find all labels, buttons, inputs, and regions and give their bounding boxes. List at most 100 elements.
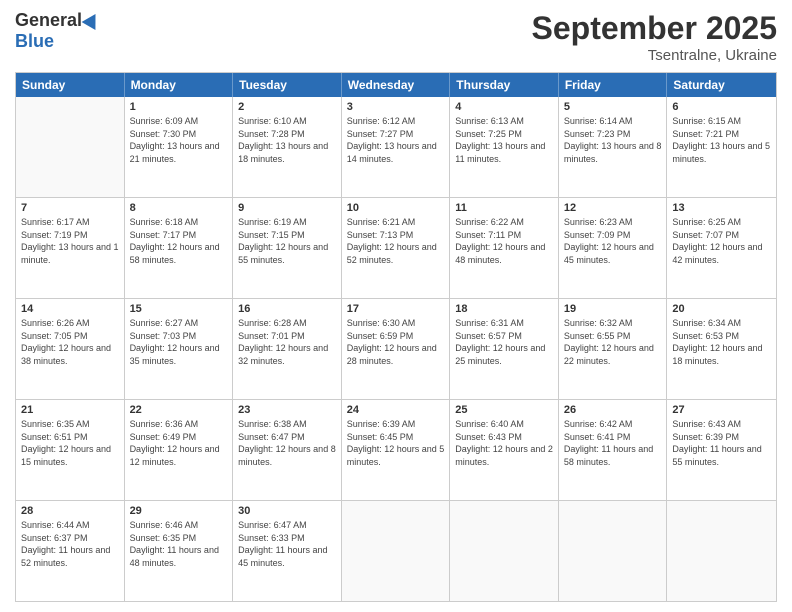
calendar-cell: 29 Sunrise: 6:46 AM Sunset: 6:35 PM Dayli… [125,501,234,601]
day-number: 8 [130,202,228,214]
calendar-cell: 6 Sunrise: 6:15 AM Sunset: 7:21 PM Daylig… [667,97,776,197]
calendar-cell: 27 Sunrise: 6:43 AM Sunset: 6:39 PM Dayli… [667,400,776,500]
cell-info: Sunrise: 6:34 AM Sunset: 6:53 PM Dayligh… [672,317,771,367]
calendar-cell [342,501,451,601]
cell-info: Sunrise: 6:17 AM Sunset: 7:19 PM Dayligh… [21,216,119,266]
logo-general: General [15,10,82,31]
day-number: 29 [130,505,228,517]
cell-info: Sunrise: 6:42 AM Sunset: 6:41 PM Dayligh… [564,418,662,468]
calendar-cell [667,501,776,601]
day-number: 3 [347,101,445,113]
calendar-header-cell: Wednesday [342,73,451,97]
calendar-row: 28 Sunrise: 6:44 AM Sunset: 6:37 PM Dayli… [16,501,776,601]
cell-info: Sunrise: 6:15 AM Sunset: 7:21 PM Dayligh… [672,115,771,165]
cell-info: Sunrise: 6:44 AM Sunset: 6:37 PM Dayligh… [21,519,119,569]
page: General Blue September 2025 Tsentralne, … [0,0,792,612]
calendar-body: 1 Sunrise: 6:09 AM Sunset: 7:30 PM Daylig… [16,97,776,601]
cell-info: Sunrise: 6:38 AM Sunset: 6:47 PM Dayligh… [238,418,336,468]
day-number: 5 [564,101,662,113]
calendar-cell: 23Sunrise: 6:38 AM Sunset: 6:47 PM Dayli… [233,400,342,500]
calendar-cell: 13Sunrise: 6:25 AM Sunset: 7:07 PM Dayli… [667,198,776,298]
day-number: 30 [238,505,336,517]
day-number: 4 [455,101,553,113]
cell-info: Sunrise: 6:32 AM Sunset: 6:55 PM Dayligh… [564,317,662,367]
calendar-cell [16,97,125,197]
cell-info: Sunrise: 6:22 AM Sunset: 7:11 PM Dayligh… [455,216,553,266]
day-number: 21 [21,404,119,416]
calendar-cell [559,501,668,601]
calendar-header-cell: Friday [559,73,668,97]
calendar-cell: 11 Sunrise: 6:22 AM Sunset: 7:11 PM Dayli… [450,198,559,298]
calendar: SundayMondayTuesdayWednesdayThursdayFrid… [15,72,777,602]
cell-info: Sunrise: 6:35 AM Sunset: 6:51 PM Dayligh… [21,418,119,468]
day-number: 25 [455,404,553,416]
day-number: 7 [21,202,119,214]
calendar-cell: 8Sunrise: 6:18 AM Sunset: 7:17 PM Daylig… [125,198,234,298]
calendar-cell: 10 Sunrise: 6:21 AM Sunset: 7:13 PM Dayli… [342,198,451,298]
calendar-cell: 24Sunrise: 6:39 AM Sunset: 6:45 PM Dayli… [342,400,451,500]
day-number: 13 [672,202,771,214]
cell-info: Sunrise: 6:26 AM Sunset: 7:05 PM Dayligh… [21,317,119,367]
calendar-cell: 2Sunrise: 6:10 AM Sunset: 7:28 PM Daylig… [233,97,342,197]
cell-info: Sunrise: 6:13 AM Sunset: 7:25 PM Dayligh… [455,115,553,165]
cell-info: Sunrise: 6:30 AM Sunset: 6:59 PM Dayligh… [347,317,445,367]
day-number: 26 [564,404,662,416]
month-title: September 2025 [532,10,777,47]
calendar-cell: 1 Sunrise: 6:09 AM Sunset: 7:30 PM Daylig… [125,97,234,197]
cell-info: Sunrise: 6:36 AM Sunset: 6:49 PM Dayligh… [130,418,228,468]
calendar-cell: 16 Sunrise: 6:28 AM Sunset: 7:01 PM Dayli… [233,299,342,399]
calendar-cell: 15Sunrise: 6:27 AM Sunset: 7:03 PM Dayli… [125,299,234,399]
cell-info: Sunrise: 6:19 AM Sunset: 7:15 PM Dayligh… [238,216,336,266]
day-number: 17 [347,303,445,315]
calendar-cell: 4 Sunrise: 6:13 AM Sunset: 7:25 PM Daylig… [450,97,559,197]
day-number: 18 [455,303,553,315]
cell-info: Sunrise: 6:09 AM Sunset: 7:30 PM Dayligh… [130,115,228,165]
day-number: 19 [564,303,662,315]
calendar-header-cell: Saturday [667,73,776,97]
calendar-cell: 7 Sunrise: 6:17 AM Sunset: 7:19 PM Daylig… [16,198,125,298]
cell-info: Sunrise: 6:28 AM Sunset: 7:01 PM Dayligh… [238,317,336,367]
logo-triangle-icon [82,9,103,29]
cell-info: Sunrise: 6:47 AM Sunset: 6:33 PM Dayligh… [238,519,336,569]
day-number: 11 [455,202,553,214]
calendar-cell: 12Sunrise: 6:23 AM Sunset: 7:09 PM Dayli… [559,198,668,298]
calendar-row: 7 Sunrise: 6:17 AM Sunset: 7:19 PM Daylig… [16,198,776,299]
cell-info: Sunrise: 6:27 AM Sunset: 7:03 PM Dayligh… [130,317,228,367]
calendar-cell: 28 Sunrise: 6:44 AM Sunset: 6:37 PM Dayli… [16,501,125,601]
calendar-cell: 18 Sunrise: 6:31 AM Sunset: 6:57 PM Dayli… [450,299,559,399]
day-number: 6 [672,101,771,113]
cell-info: Sunrise: 6:31 AM Sunset: 6:57 PM Dayligh… [455,317,553,367]
calendar-row: 1 Sunrise: 6:09 AM Sunset: 7:30 PM Daylig… [16,97,776,198]
calendar-cell: 26 Sunrise: 6:42 AM Sunset: 6:41 PM Dayli… [559,400,668,500]
cell-info: Sunrise: 6:43 AM Sunset: 6:39 PM Dayligh… [672,418,771,468]
day-number: 10 [347,202,445,214]
day-number: 22 [130,404,228,416]
calendar-cell: 3 Sunrise: 6:12 AM Sunset: 7:27 PM Daylig… [342,97,451,197]
day-number: 14 [21,303,119,315]
cell-info: Sunrise: 6:14 AM Sunset: 7:23 PM Dayligh… [564,115,662,165]
day-number: 12 [564,202,662,214]
logo-blue: Blue [15,31,54,52]
cell-info: Sunrise: 6:40 AM Sunset: 6:43 PM Dayligh… [455,418,553,468]
cell-info: Sunrise: 6:12 AM Sunset: 7:27 PM Dayligh… [347,115,445,165]
day-number: 24 [347,404,445,416]
day-number: 1 [130,101,228,113]
cell-info: Sunrise: 6:10 AM Sunset: 7:28 PM Dayligh… [238,115,336,165]
calendar-header-cell: Thursday [450,73,559,97]
day-number: 27 [672,404,771,416]
day-number: 9 [238,202,336,214]
day-number: 28 [21,505,119,517]
calendar-cell: 14 Sunrise: 6:26 AM Sunset: 7:05 PM Dayli… [16,299,125,399]
calendar-header-cell: Tuesday [233,73,342,97]
cell-info: Sunrise: 6:21 AM Sunset: 7:13 PM Dayligh… [347,216,445,266]
calendar-cell: 25 Sunrise: 6:40 AM Sunset: 6:43 PM Dayli… [450,400,559,500]
calendar-header: SundayMondayTuesdayWednesdayThursdayFrid… [16,73,776,97]
calendar-header-cell: Monday [125,73,234,97]
day-number: 16 [238,303,336,315]
calendar-row: 21 Sunrise: 6:35 AM Sunset: 6:51 PM Dayli… [16,400,776,501]
calendar-cell [450,501,559,601]
calendar-cell: 30 Sunrise: 6:47 AM Sunset: 6:33 PM Dayli… [233,501,342,601]
title-block: September 2025 Tsentralne, Ukraine [532,10,777,64]
cell-info: Sunrise: 6:46 AM Sunset: 6:35 PM Dayligh… [130,519,228,569]
day-number: 20 [672,303,771,315]
